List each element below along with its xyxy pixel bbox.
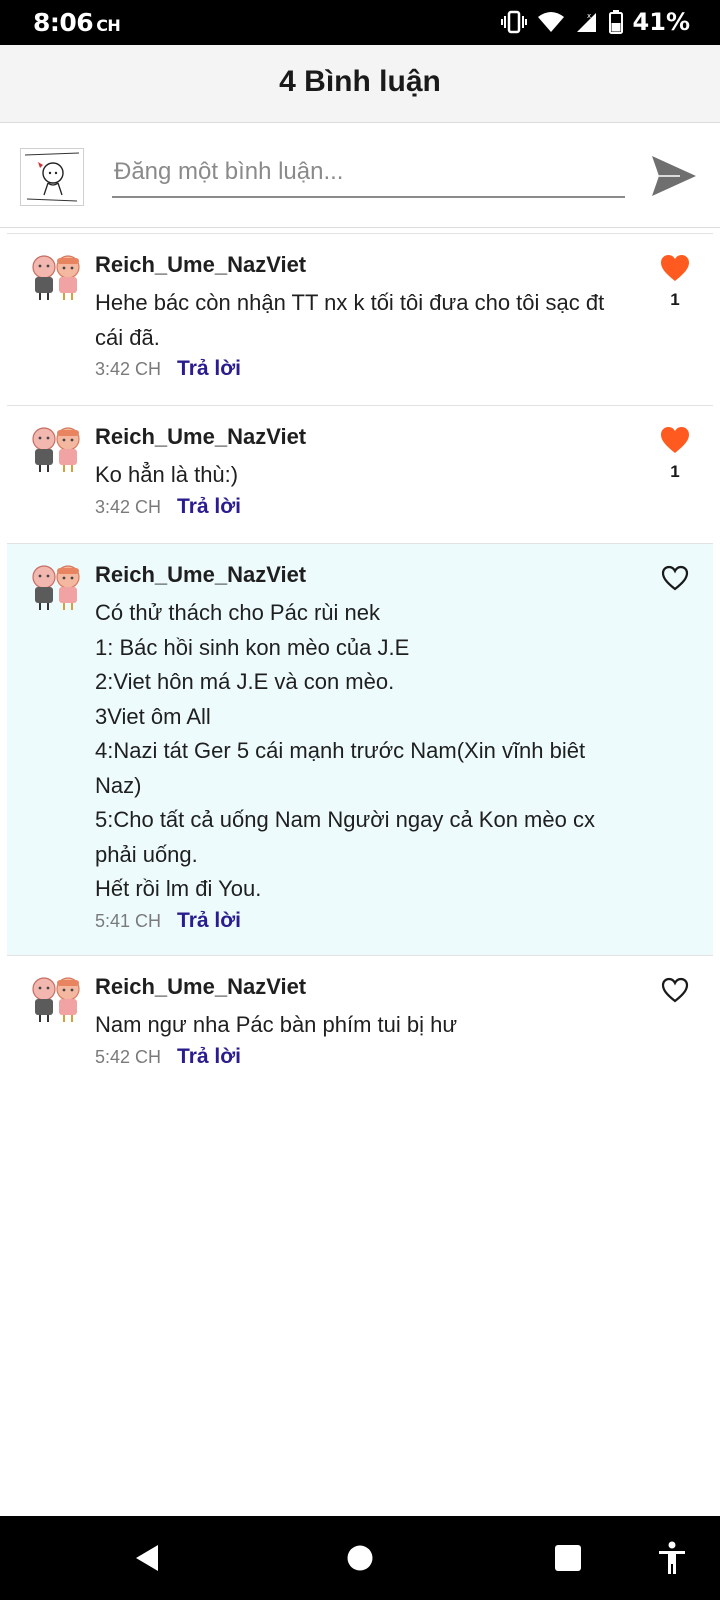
comment-input[interactable] [112,154,625,198]
comment-text-line: Naz) [95,772,142,798]
battery-icon [608,10,623,34]
comment-item: Reich_Ume_NazViet Ko hẳn là thù:) 3:42 CH T… [7,405,713,543]
comment-timestamp: 5:41 CH [95,910,162,931]
like-count: 1 [670,290,680,309]
comment-text-line: Có thử thách cho Pác rùi nek [95,600,380,625]
comment-timestamp: 5:42 CH [95,1046,162,1067]
heart-outline-icon [661,977,689,1003]
comment-text-line: Hehe bác còn nhận TT nx k tối tôi đưa ch… [95,290,605,315]
reply-button[interactable]: Trả lời [177,357,241,381]
heart-outline-icon [661,565,689,591]
comment-text-line: phải uống. [95,841,198,867]
comment-avatar[interactable] [27,250,85,302]
nav-home-button[interactable] [340,1538,380,1578]
like-button[interactable] [657,974,693,1006]
recents-icon [555,1545,581,1571]
comment-text: Hehe bác còn nhận TT nx k tối tôi đưa ch… [95,286,615,355]
comment-avatar[interactable] [27,560,85,612]
wifi-icon [537,12,564,32]
comment-meta: 5:41 CH Trả lời [95,909,241,933]
comment-text-line: 4:Nazi tát Ger 5 cái mạnh trước Nam(Xin … [95,738,586,763]
comment-username[interactable]: Reich_Ume_NazViet [95,252,306,278]
like-button[interactable] [657,562,693,594]
accessibility-icon [659,1541,685,1574]
reply-button[interactable]: Trả lời [177,1045,241,1069]
comment-item: Reich_Ume_NazViet Nam ngư nha Pác bàn phí… [7,955,713,1115]
comment-text-line: Nam ngư nha Pác bàn phím tui bị hư [95,1012,458,1037]
comment-text-line: 5:Cho tất cả uống Nam Người ngay cả Kon … [95,807,595,832]
battery-percent: 41% [632,8,690,36]
comment-meta: 3:42 CH Trả lời [95,495,241,519]
like-button[interactable]: 1 [657,424,693,482]
comment-text: Nam ngư nha Pác bàn phím tui bị hư [95,1008,615,1043]
system-nav-bar [0,1516,720,1600]
nav-back-button[interactable] [128,1538,168,1578]
like-button[interactable]: 1 [657,252,693,310]
comment-text-line: 3Viet ôm All [95,703,211,729]
status-time-suffix: CH [96,16,121,35]
comment-username[interactable]: Reich_Ume_NazViet [95,424,306,450]
status-time: 8:06 CH [33,8,121,37]
comment-item: Reich_Ume_NazViet Hehe bác còn nhận TT nx… [7,233,713,405]
comment-username[interactable]: Reich_Ume_NazViet [95,974,306,1000]
page-title: 4 Bình luận [279,65,441,98]
comment-meta: 3:42 CH Trả lời [95,357,241,381]
my-avatar [20,148,84,206]
like-count: 1 [670,462,680,481]
status-icons: x 41% [500,8,690,36]
back-icon [136,1545,158,1571]
status-bar: 8:06 CH x 41% [0,0,720,45]
comment-timestamp: 3:42 CH [95,496,162,517]
comment-text: Ko hẳn là thù:) [95,458,615,493]
reply-button[interactable]: Trả lời [177,909,241,933]
status-time-value: 8:06 [33,8,94,37]
comment-avatar[interactable] [27,972,85,1024]
comment-meta: 5:42 CH Trả lời [95,1045,241,1069]
comment-text-line: 2:Viet hôn má J.E và con mèo. [95,669,395,694]
heart-filled-icon [661,255,689,281]
comment-text: Có thử thách cho Pác rùi nek 1: Bác hồi s… [95,596,615,907]
vibrate-icon [500,10,527,34]
svg-text:x: x [587,12,591,20]
comment-composer [0,124,720,228]
comment-text-line: cái đã. [95,324,160,350]
comment-username[interactable]: Reich_Ume_NazViet [95,562,306,588]
nav-recents-button[interactable] [548,1538,588,1578]
nav-accessibility-button[interactable] [652,1538,692,1578]
comment-text-line: Ko hẳn là thù:) [95,462,239,487]
comment-timestamp: 3:42 CH [95,359,162,379]
comment-text-line: Hết rồi lm đi You. [95,876,262,901]
comment-item: Reich_Ume_NazViet Có thử thách cho Pác rù… [7,543,713,955]
heart-filled-icon [661,427,689,453]
comment-avatar[interactable] [27,422,85,474]
signal-icon: x [576,12,596,32]
avatar-drawing-icon [24,152,80,202]
header: 4 Bình luận [0,45,720,123]
comment-text-line: 1: Bác hồi sinh kon mèo của J.E [95,634,410,660]
send-button[interactable] [648,150,700,202]
send-icon [652,156,696,196]
reply-button[interactable]: Trả lời [177,495,241,519]
home-icon [347,1545,373,1571]
